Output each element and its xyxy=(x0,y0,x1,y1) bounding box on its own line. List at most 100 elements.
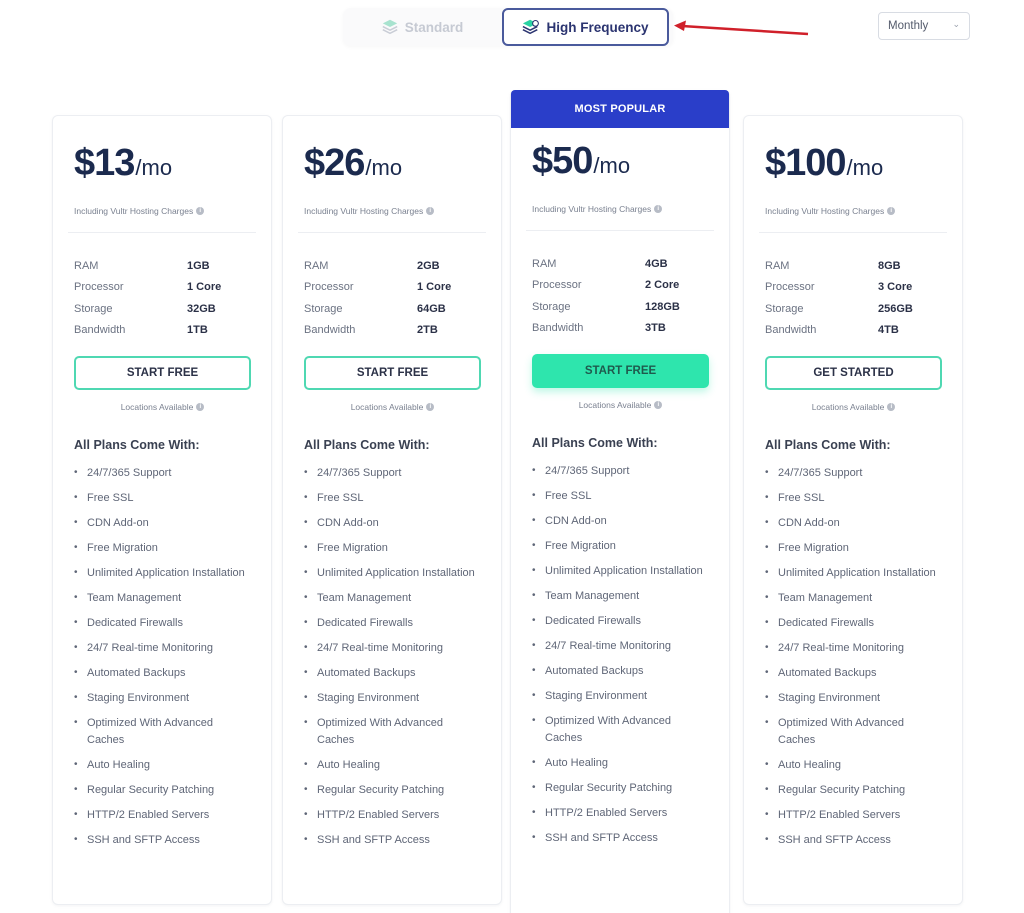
feature-item: Team Management xyxy=(765,590,941,607)
start-free-button[interactable]: START FREE xyxy=(532,354,709,388)
spec-list: RAM 4GB Processor 2 Core Storage 128GB Bandwid… xyxy=(532,253,708,339)
locations-label: Locations Available xyxy=(578,400,652,410)
feature-item: Team Management xyxy=(74,590,250,607)
feature-item: SSH and SFTP Access xyxy=(304,832,480,849)
feature-item: 24/7 Real-time Monitoring xyxy=(532,638,708,655)
price: $13 /mo xyxy=(74,142,250,188)
spec-value: 4GB xyxy=(645,257,668,270)
spec-row-storage: Storage 128GB xyxy=(532,296,708,318)
spec-value: 3 Core xyxy=(878,281,913,294)
toggle-standard[interactable]: Standard xyxy=(343,8,501,46)
feature-item: HTTP/2 Enabled Servers xyxy=(765,807,941,824)
spec-label: Storage xyxy=(304,302,343,315)
feature-item: Dedicated Firewalls xyxy=(532,613,708,630)
locations-available[interactable]: Locations Available i xyxy=(304,402,481,412)
billing-period-select[interactable]: Monthly ⌄ xyxy=(878,12,970,40)
spec-row-bandwidth: Bandwidth 3TB xyxy=(532,318,708,340)
spec-row-storage: Storage 32GB xyxy=(74,298,250,320)
spec-value: 2TB xyxy=(417,324,438,337)
feature-item: Regular Security Patching xyxy=(304,782,480,799)
spec-row-processor: Processor 2 Core xyxy=(532,275,708,297)
spec-row-ram: RAM 1GB xyxy=(74,255,250,277)
divider xyxy=(759,232,947,233)
feature-item: SSH and SFTP Access xyxy=(532,830,708,847)
spec-row-ram: RAM 8GB xyxy=(765,255,941,277)
feature-item: Auto Healing xyxy=(74,757,250,774)
spec-row-ram: RAM 2GB xyxy=(304,255,480,277)
get-started-button[interactable]: GET STARTED xyxy=(765,356,942,390)
locations-available[interactable]: Locations Available i xyxy=(74,402,251,412)
start-free-button[interactable]: START FREE xyxy=(304,356,481,390)
spec-row-bandwidth: Bandwidth 1TB xyxy=(74,320,250,342)
feature-item: Free Migration xyxy=(304,540,480,557)
feature-item: Unlimited Application Installation xyxy=(532,563,708,580)
info-icon[interactable]: i xyxy=(654,205,663,213)
all-plans-heading: All Plans Come With: xyxy=(74,438,200,452)
price-amount: $50 xyxy=(532,140,593,182)
info-icon[interactable]: i xyxy=(196,403,205,411)
info-icon[interactable]: i xyxy=(426,207,435,215)
most-popular-badge: MOST POPULAR xyxy=(511,90,729,128)
feature-item: Auto Healing xyxy=(532,755,708,772)
spec-label: RAM xyxy=(765,259,790,272)
spec-row-ram: RAM 4GB xyxy=(532,253,708,275)
locations-label: Locations Available xyxy=(811,402,885,412)
including-note: Including Vultr Hosting Charges i xyxy=(532,204,708,214)
feature-item: HTTP/2 Enabled Servers xyxy=(74,807,250,824)
including-note-text: Including Vultr Hosting Charges xyxy=(74,206,194,216)
plan-card-26: $26 /mo Including Vultr Hosting Charges … xyxy=(282,115,502,905)
spec-label: Bandwidth xyxy=(304,324,356,337)
plan-card-13: $13 /mo Including Vultr Hosting Charges … xyxy=(52,115,272,905)
toggle-high-frequency[interactable]: High Frequency xyxy=(502,8,669,46)
feature-item: CDN Add-on xyxy=(74,515,250,532)
feature-item: Automated Backups xyxy=(304,665,480,682)
info-icon[interactable]: i xyxy=(426,403,435,411)
spec-row-storage: Storage 256GB xyxy=(765,298,941,320)
feature-item: HTTP/2 Enabled Servers xyxy=(304,807,480,824)
spec-label: Storage xyxy=(532,300,571,313)
feature-list: 24/7/365 Support Free SSL CDN Add-on Free M… xyxy=(304,465,480,848)
plan-card-50: MOST POPULAR $50 /mo Including Vultr Hos… xyxy=(510,90,730,913)
spec-label: Processor xyxy=(532,279,582,292)
info-icon[interactable]: i xyxy=(196,207,205,215)
spec-label: RAM xyxy=(304,259,329,272)
spec-value: 64GB xyxy=(417,302,446,315)
feature-item: CDN Add-on xyxy=(765,515,941,532)
price-period: /mo xyxy=(846,155,884,180)
divider xyxy=(526,230,714,231)
feature-item: Free SSL xyxy=(74,490,250,507)
feature-item: Automated Backups xyxy=(532,663,708,680)
locations-available[interactable]: Locations Available i xyxy=(765,402,942,412)
info-icon[interactable]: i xyxy=(654,401,663,409)
price-amount: $13 xyxy=(74,142,135,184)
feature-item: Optimized With Advanced Caches xyxy=(74,715,250,748)
layers-bolt-icon xyxy=(523,19,540,35)
start-free-button[interactable]: START FREE xyxy=(74,356,251,390)
locations-label: Locations Available xyxy=(350,402,424,412)
feature-list: 24/7/365 Support Free SSL CDN Add-on Free M… xyxy=(74,465,250,848)
feature-item: Free SSL xyxy=(765,490,941,507)
all-plans-heading: All Plans Come With: xyxy=(304,438,430,452)
feature-list: 24/7/365 Support Free SSL CDN Add-on Free M… xyxy=(765,465,941,848)
feature-item: Regular Security Patching xyxy=(532,780,708,797)
feature-item: 24/7 Real-time Monitoring xyxy=(304,640,480,657)
server-type-toggle: Standard High Frequency xyxy=(343,8,673,46)
feature-item: Optimized With Advanced Caches xyxy=(765,715,941,748)
spec-label: Storage xyxy=(765,302,804,315)
spec-value: 2 Core xyxy=(645,279,680,292)
info-icon[interactable]: i xyxy=(887,207,896,215)
including-note: Including Vultr Hosting Charges i xyxy=(74,206,250,216)
spec-label: Bandwidth xyxy=(74,324,126,337)
spec-value: 32GB xyxy=(187,302,216,315)
feature-list: 24/7/365 Support Free SSL CDN Add-on Free M… xyxy=(532,463,708,846)
locations-available[interactable]: Locations Available i xyxy=(532,400,709,410)
spec-label: Processor xyxy=(765,281,815,294)
including-note: Including Vultr Hosting Charges i xyxy=(304,206,480,216)
feature-item: Auto Healing xyxy=(765,757,941,774)
feature-item: Automated Backups xyxy=(765,665,941,682)
feature-item: Dedicated Firewalls xyxy=(74,615,250,632)
info-icon[interactable]: i xyxy=(887,403,896,411)
including-note-text: Including Vultr Hosting Charges xyxy=(765,206,885,216)
spec-label: RAM xyxy=(74,259,99,272)
spec-row-storage: Storage 64GB xyxy=(304,298,480,320)
